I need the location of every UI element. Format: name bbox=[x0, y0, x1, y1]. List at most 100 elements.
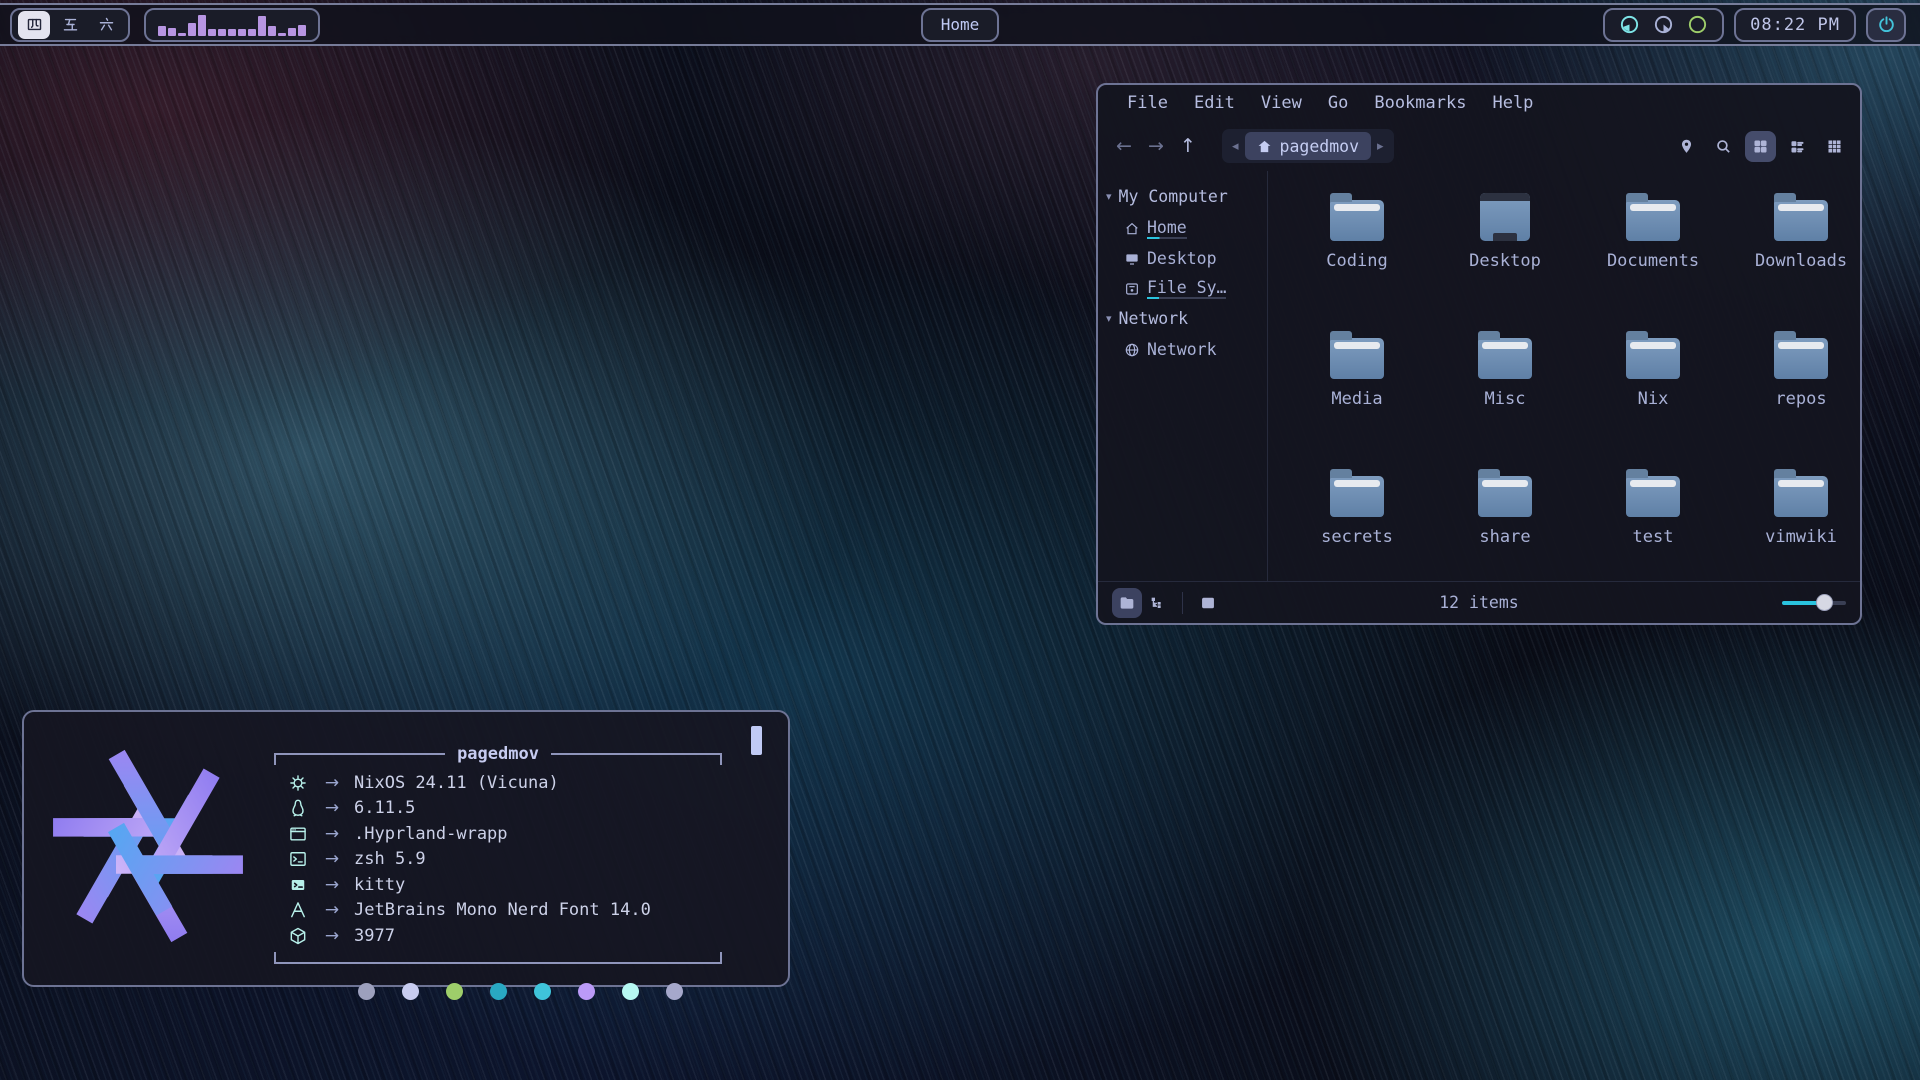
menu-file[interactable]: File bbox=[1114, 93, 1181, 113]
box-line bbox=[551, 753, 720, 755]
list-view-button[interactable] bbox=[1782, 131, 1813, 162]
scroll-path-left-icon[interactable]: ◂ bbox=[1228, 139, 1243, 154]
power-button[interactable] bbox=[1866, 8, 1906, 42]
folder-downloads[interactable]: Downloads bbox=[1728, 181, 1862, 319]
wm-value: .Hyprland-wrapp bbox=[354, 824, 508, 844]
arrow-icon: → bbox=[310, 773, 354, 793]
folder-icon bbox=[1330, 200, 1384, 241]
box-corner bbox=[720, 952, 722, 964]
menu-bar: File Edit View Go Bookmarks Help bbox=[1098, 85, 1860, 121]
workspace-5-button[interactable] bbox=[54, 11, 86, 39]
menu-go[interactable]: Go bbox=[1315, 93, 1361, 113]
memory-gauge-icon[interactable] bbox=[1653, 14, 1674, 35]
system-indicators bbox=[1603, 8, 1724, 42]
zoom-slider[interactable] bbox=[1782, 594, 1846, 612]
folder-media[interactable]: Media bbox=[1284, 319, 1430, 457]
arrow-icon: → bbox=[310, 824, 354, 844]
sidebar-item-filesystem[interactable]: File Sy… bbox=[1098, 272, 1267, 303]
section-label: My Computer bbox=[1119, 187, 1228, 206]
kernel-value: 6.11.5 bbox=[354, 798, 415, 818]
folder-secrets[interactable]: secrets bbox=[1284, 457, 1430, 595]
sidebar-section-network[interactable]: ▾ Network bbox=[1098, 303, 1267, 334]
folder-label: test bbox=[1633, 527, 1674, 547]
shell-icon bbox=[286, 849, 310, 869]
palette-dot bbox=[402, 983, 419, 1000]
window-icon bbox=[286, 824, 310, 844]
folder-label: Desktop bbox=[1469, 251, 1541, 271]
box-corner bbox=[274, 952, 276, 964]
sidebar-item-label: Home bbox=[1147, 218, 1187, 239]
folder-nix[interactable]: Nix bbox=[1580, 319, 1726, 457]
menu-view[interactable]: View bbox=[1248, 93, 1315, 113]
workspace-6-button[interactable] bbox=[90, 11, 122, 39]
cjk-six-icon bbox=[98, 16, 115, 33]
box-line bbox=[276, 753, 445, 755]
menu-help[interactable]: Help bbox=[1479, 93, 1546, 113]
toolbar-right-icons bbox=[1671, 131, 1850, 162]
penguin-icon bbox=[286, 798, 310, 818]
map-pin-icon bbox=[1678, 138, 1695, 155]
terminal-value: kitty bbox=[354, 875, 405, 895]
scroll-path-right-icon[interactable]: ▸ bbox=[1373, 139, 1388, 154]
box-top-border: pagedmov bbox=[274, 744, 722, 764]
palette-dot bbox=[622, 983, 639, 1000]
sidebar-section-my-computer[interactable]: ▾ My Computer bbox=[1098, 181, 1267, 212]
folder-repos[interactable]: repos bbox=[1728, 319, 1862, 457]
folder-icon bbox=[1626, 476, 1680, 517]
menu-edit[interactable]: Edit bbox=[1181, 93, 1248, 113]
nix-icon bbox=[286, 773, 310, 793]
folder-coding[interactable]: Coding bbox=[1284, 181, 1430, 319]
icon-view-button[interactable] bbox=[1745, 131, 1776, 162]
row-packages: → 3977 bbox=[274, 923, 722, 949]
folder-misc[interactable]: Misc bbox=[1432, 319, 1578, 457]
folder-icon bbox=[1626, 200, 1680, 241]
nixos-logo bbox=[42, 740, 254, 952]
row-os: → NixOS 24.11 (Vicuna) bbox=[274, 770, 722, 796]
slider-knob[interactable] bbox=[1816, 594, 1833, 611]
search-button[interactable] bbox=[1708, 131, 1739, 162]
path-segment-home[interactable]: pagedmov bbox=[1245, 132, 1371, 160]
palette-dot bbox=[446, 983, 463, 1000]
folder-label: Coding bbox=[1326, 251, 1387, 271]
audio-visualizer bbox=[144, 8, 320, 42]
terminal-icon bbox=[286, 875, 310, 895]
sidebar-item-home[interactable]: Home bbox=[1098, 212, 1267, 243]
status-bar: 12 items bbox=[1098, 581, 1860, 623]
folder-icon bbox=[1330, 338, 1384, 379]
menu-bookmarks[interactable]: Bookmarks bbox=[1361, 93, 1479, 113]
fastfetch-title: pagedmov bbox=[445, 744, 551, 764]
row-terminal: → kitty bbox=[274, 872, 722, 898]
folder-test[interactable]: test bbox=[1580, 457, 1726, 595]
arrow-icon: → bbox=[310, 798, 354, 818]
folder-icon bbox=[1774, 200, 1828, 241]
up-button[interactable]: ↑ bbox=[1172, 130, 1204, 162]
sidebar-item-desktop[interactable]: Desktop bbox=[1098, 243, 1267, 272]
row-wm: → .Hyprland-wrapp bbox=[274, 821, 722, 847]
packages-value: 3977 bbox=[354, 926, 395, 946]
cpu-gauge-icon[interactable] bbox=[1619, 14, 1640, 35]
sidebar-item-label: File Sy… bbox=[1147, 278, 1226, 299]
folder-grid: Coding Desktop Documents Downloads Media bbox=[1284, 181, 1862, 595]
clock-label: 08:22 PM bbox=[1750, 15, 1840, 35]
fastfetch-output: pagedmov → NixOS 24.11 (Vicuna) bbox=[274, 732, 766, 985]
folder-vimwiki[interactable]: vimwiki bbox=[1728, 457, 1862, 595]
folder-icon bbox=[1478, 338, 1532, 379]
compact-view-button[interactable] bbox=[1819, 131, 1850, 162]
folder-label: share bbox=[1479, 527, 1530, 547]
grid-view-icon bbox=[1752, 138, 1769, 155]
folder-icon bbox=[1626, 338, 1680, 379]
folder-documents[interactable]: Documents bbox=[1580, 181, 1726, 319]
folder-share[interactable]: share bbox=[1432, 457, 1578, 595]
location-button[interactable] bbox=[1671, 131, 1702, 162]
folder-desktop[interactable]: Desktop bbox=[1432, 181, 1578, 319]
forward-button[interactable]: → bbox=[1140, 130, 1172, 162]
bar-right-group: 08:22 PM bbox=[1603, 8, 1906, 42]
workspace-4-button[interactable] bbox=[18, 11, 50, 39]
palette-dot bbox=[666, 983, 683, 1000]
arrow-icon: → bbox=[310, 926, 354, 946]
home-icon bbox=[1124, 221, 1140, 237]
sidebar-item-network[interactable]: Network bbox=[1098, 334, 1267, 363]
folder-label: Media bbox=[1331, 389, 1382, 409]
back-button[interactable]: ← bbox=[1108, 130, 1140, 162]
status-ring-icon[interactable] bbox=[1687, 14, 1708, 35]
